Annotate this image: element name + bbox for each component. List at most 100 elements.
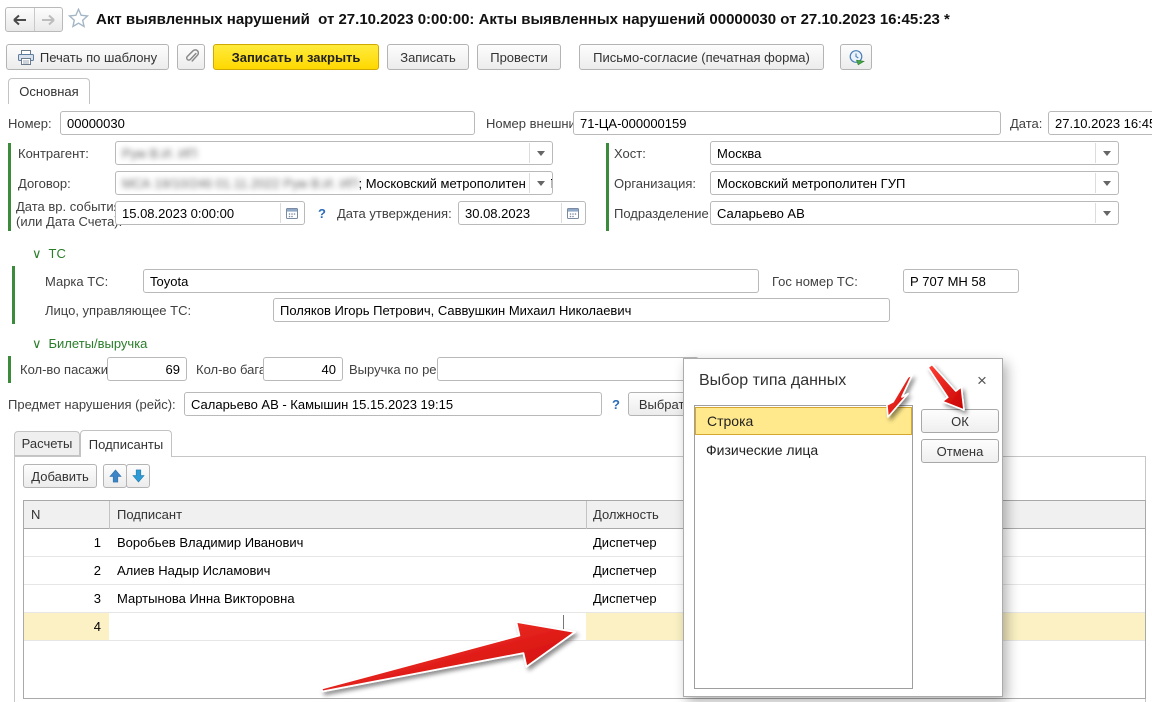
text-caret bbox=[563, 615, 564, 638]
type-list-item-individuals[interactable]: Физические лица bbox=[695, 436, 912, 464]
contractor-redacted-value: Рум В.И. ИП bbox=[122, 146, 197, 161]
save-button[interactable]: Записать bbox=[387, 44, 469, 70]
forward-button[interactable] bbox=[35, 8, 63, 31]
ts-driver-label: Лицо, управляющее ТС: bbox=[45, 303, 191, 318]
org-label: Организация: bbox=[614, 176, 696, 191]
tab-calculations[interactable]: Расчеты bbox=[14, 431, 80, 456]
move-down-button[interactable] bbox=[126, 464, 150, 488]
calendar-icon bbox=[567, 207, 579, 219]
event-date-field[interactable]: 15.08.2023 0:00:00 bbox=[115, 201, 305, 225]
tab-signers-label: Подписанты bbox=[89, 437, 163, 452]
group-accent-bar bbox=[606, 143, 609, 231]
violation-subject-label: Предмет нарушения (рейс): bbox=[8, 397, 176, 412]
history-nav bbox=[5, 7, 63, 32]
save-close-label: Записать и закрыть bbox=[232, 50, 361, 65]
contract-combo[interactable]: МСА 19/10/246 01.11.2022 Рум В.И. ИП; Мо… bbox=[115, 171, 553, 195]
history-clock-icon bbox=[848, 49, 865, 66]
type-select-dialog: Выбор типа данных × Строка Физические ли… bbox=[683, 358, 1003, 697]
violation-help-icon[interactable]: ? bbox=[612, 397, 620, 412]
paperclip-icon bbox=[184, 49, 199, 65]
group-accent-bar bbox=[12, 266, 15, 324]
window-title: Акт выявленных нарушений от 27.10.2023 0… bbox=[96, 11, 1146, 28]
ext-number-field[interactable]: 71-ЦА-000000159 bbox=[573, 111, 1001, 135]
arrow-right-icon bbox=[40, 13, 56, 27]
column-header-position[interactable]: Должность bbox=[593, 507, 659, 522]
org-combo[interactable]: Московский метрополитен ГУП bbox=[710, 171, 1119, 195]
column-divider bbox=[586, 501, 587, 529]
ts-driver-field[interactable]: Поляков Игорь Петрович, Саввушкин Михаил… bbox=[273, 298, 890, 322]
contractor-combo[interactable]: Рум В.И. ИП bbox=[115, 141, 553, 165]
contract-visible-value: ; Московский метрополитен ГУП bbox=[358, 176, 553, 191]
print-template-label: Печать по шаблону bbox=[40, 50, 157, 65]
section-ts-title: ТС bbox=[49, 246, 66, 261]
ext-number-label: Номер внешний: bbox=[486, 116, 587, 131]
number-label: Номер: bbox=[8, 116, 52, 131]
consent-letter-button[interactable]: Письмо-согласие (печатная форма) bbox=[579, 44, 824, 70]
cancel-button[interactable]: Отмена bbox=[921, 439, 999, 463]
consent-letter-label: Письмо-согласие (печатная форма) bbox=[593, 50, 810, 65]
passengers-field[interactable]: 69 bbox=[107, 357, 187, 381]
contract-dropdown-button[interactable] bbox=[529, 173, 551, 193]
tab-main-label: Основная bbox=[19, 84, 78, 99]
column-header-n[interactable]: N bbox=[31, 507, 40, 522]
attachments-button[interactable] bbox=[177, 44, 205, 70]
move-up-button[interactable] bbox=[103, 464, 127, 488]
print-template-button[interactable]: Печать по шаблону bbox=[6, 44, 169, 70]
event-date-calendar-button[interactable] bbox=[280, 203, 303, 223]
arrow-up-icon bbox=[109, 469, 122, 483]
active-row-name-cell[interactable] bbox=[109, 613, 586, 640]
column-header-name[interactable]: Подписант bbox=[117, 507, 182, 522]
contract-label: Договор: bbox=[18, 176, 71, 191]
host-combo[interactable]: Москва bbox=[710, 141, 1119, 165]
active-row-n-cell: 4 bbox=[24, 613, 109, 640]
chevron-down-icon: ∨ bbox=[32, 246, 42, 261]
event-date-help-icon[interactable]: ? bbox=[318, 206, 326, 221]
star-icon bbox=[68, 8, 89, 28]
ts-brand-label: Марка ТС: bbox=[45, 274, 108, 289]
date-label: Дата: bbox=[1010, 116, 1042, 131]
baggage-field[interactable]: 40 bbox=[263, 357, 343, 381]
tab-calculations-label: Расчеты bbox=[22, 436, 73, 451]
section-tickets-header[interactable]: ∨Билеты/выручка bbox=[32, 336, 147, 352]
tab-signers[interactable]: Подписанты bbox=[80, 430, 172, 457]
group-accent-bar bbox=[8, 143, 11, 231]
calendar-icon bbox=[286, 207, 298, 219]
violation-subject-field[interactable]: Саларьево АВ - Камышин 15.15.2023 19:15 bbox=[184, 392, 602, 416]
approve-date-calendar-button[interactable] bbox=[561, 203, 584, 223]
ts-plate-field[interactable]: Р 707 МН 58 bbox=[903, 269, 1019, 293]
tab-main[interactable]: Основная bbox=[8, 78, 90, 104]
contract-redacted-value: МСА 19/10/246 01.11.2022 Рум В.И. ИП bbox=[122, 176, 358, 191]
approve-date-field[interactable]: 30.08.2023 bbox=[458, 201, 586, 225]
division-dropdown-button[interactable] bbox=[1095, 203, 1117, 223]
contractor-dropdown-button[interactable] bbox=[529, 143, 551, 163]
ts-brand-field[interactable]: Toyota bbox=[143, 269, 759, 293]
revenue-field[interactable] bbox=[437, 357, 699, 381]
division-label: Подразделение: bbox=[614, 206, 712, 221]
arrow-left-icon bbox=[12, 13, 28, 27]
dialog-close-button[interactable]: × bbox=[977, 372, 987, 389]
date-field[interactable]: 27.10.2023 16:45:23 bbox=[1048, 111, 1152, 135]
approve-date-label: Дата утверждения: bbox=[337, 206, 452, 221]
arrow-down-icon bbox=[132, 469, 145, 483]
host-dropdown-button[interactable] bbox=[1095, 143, 1117, 163]
save-label: Записать bbox=[400, 50, 456, 65]
add-row-button[interactable]: Добавить bbox=[23, 464, 97, 488]
section-ts-header[interactable]: ∨ ТС bbox=[32, 246, 66, 262]
number-field[interactable]: 00000030 bbox=[60, 111, 475, 135]
ok-button[interactable]: ОК bbox=[921, 409, 999, 433]
post-button[interactable]: Провести bbox=[477, 44, 561, 70]
favorite-star-button[interactable] bbox=[68, 8, 89, 28]
host-label: Хост: bbox=[614, 146, 646, 161]
save-close-button[interactable]: Записать и закрыть bbox=[213, 44, 379, 70]
type-list-item-string[interactable]: Строка bbox=[695, 407, 912, 435]
contractor-label: Контрагент: bbox=[18, 146, 89, 161]
column-divider bbox=[109, 501, 110, 529]
section-tickets-title: Билеты/выручка bbox=[49, 336, 148, 351]
change-history-button[interactable] bbox=[840, 44, 872, 70]
back-button[interactable] bbox=[6, 8, 35, 31]
ts-plate-label: Гос номер ТС: bbox=[772, 274, 858, 289]
event-date-label: Дата вр. события (или Дата Счета): bbox=[16, 199, 122, 229]
type-list: Строка Физические лица bbox=[694, 405, 913, 689]
division-combo[interactable]: Саларьево АВ bbox=[710, 201, 1119, 225]
org-dropdown-button[interactable] bbox=[1095, 173, 1117, 193]
